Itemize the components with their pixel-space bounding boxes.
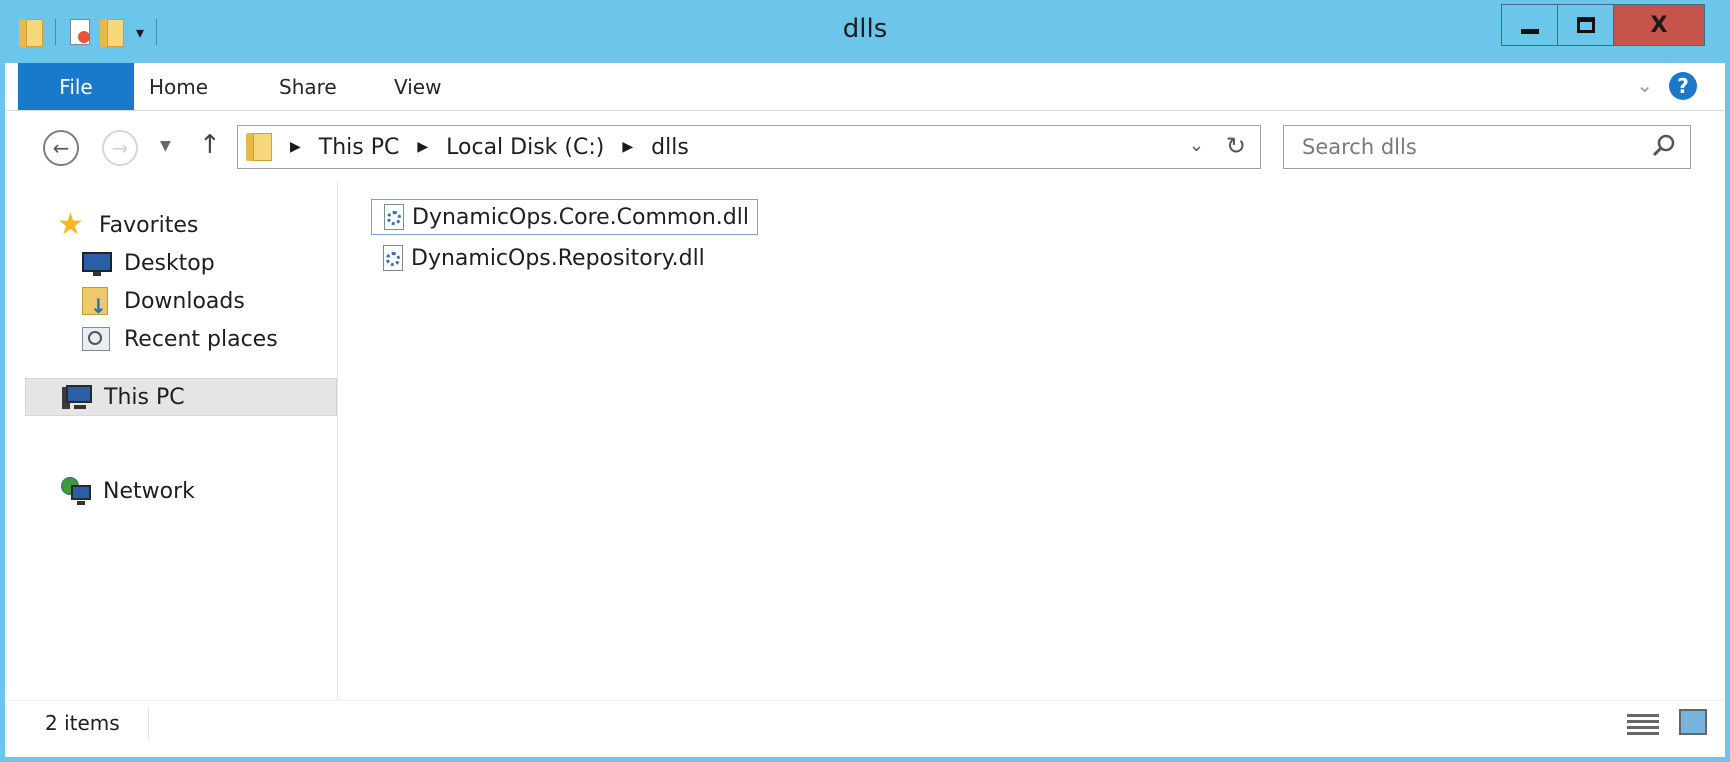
tab-view[interactable]: View [394, 75, 441, 99]
status-separator [148, 707, 149, 739]
breadcrumb-separator-icon[interactable]: ▶ [290, 139, 301, 155]
up-arrow-icon[interactable]: ↑ [199, 130, 221, 160]
breadcrumb-dlls[interactable]: dlls [651, 135, 689, 160]
computer-icon [62, 383, 92, 411]
desktop-icon [82, 249, 112, 277]
sidebar-item-recent-places[interactable]: Recent places [82, 320, 278, 358]
item-count: 2 items [45, 711, 120, 735]
back-button[interactable]: ← [43, 130, 79, 166]
title-bar: ▾ dlls X [5, 0, 1725, 63]
file-name: DynamicOps.Repository.dll [411, 245, 705, 271]
window-controls: X [1501, 4, 1705, 46]
sidebar-item-label: Favorites [99, 212, 199, 238]
recent-places-icon [82, 325, 112, 353]
forward-button[interactable]: → [102, 130, 138, 166]
file-name: DynamicOps.Core.Common.dll [412, 204, 749, 230]
sidebar-item-downloads[interactable]: ↓ Downloads [82, 282, 245, 320]
breadcrumb-this-pc[interactable]: This PC [319, 135, 400, 160]
sidebar-item-label: Recent places [124, 326, 278, 352]
expand-ribbon-chevron-icon[interactable]: ⌄ [1636, 73, 1653, 97]
dll-file-icon [382, 203, 406, 231]
search-placeholder: Search dlls [1302, 135, 1417, 159]
explorer-window: ▾ dlls X File Home Share View ⌄ ? ← → ▼ … [0, 0, 1730, 762]
help-icon[interactable]: ? [1669, 72, 1697, 100]
network-icon [61, 477, 91, 505]
search-icon[interactable] [1650, 132, 1678, 160]
list-item[interactable]: DynamicOps.Core.Common.dll [371, 199, 758, 235]
sidebar-item-label: Network [103, 478, 195, 504]
file-list: DynamicOps.Core.Common.dll DynamicOps.Re… [339, 182, 1725, 700]
sidebar-item-label: Downloads [124, 288, 245, 314]
dll-file-icon [381, 244, 405, 272]
sidebar-item-favorites[interactable]: ★ Favorites [57, 206, 198, 244]
ribbon-tabs: File Home Share View ⌄ ? [5, 63, 1725, 111]
maximize-button[interactable] [1558, 5, 1614, 45]
maximize-icon [1576, 17, 1595, 33]
recent-locations-dropdown-icon[interactable]: ▼ [160, 138, 171, 154]
address-bar[interactable]: ▶ This PC ▶ Local Disk (C:) ▶ dlls ⌄ ↻ [237, 125, 1261, 169]
minimize-button[interactable] [1502, 5, 1558, 45]
close-button[interactable]: X [1614, 5, 1704, 45]
breadcrumb-local-disk[interactable]: Local Disk (C:) [446, 135, 604, 160]
breadcrumb-separator-icon[interactable]: ▶ [622, 139, 633, 155]
downloads-icon: ↓ [82, 287, 112, 316]
address-history-dropdown-icon[interactable]: ⌄ [1189, 135, 1204, 156]
refresh-icon[interactable]: ↻ [1226, 132, 1246, 160]
sidebar-item-network[interactable]: Network [61, 472, 195, 510]
sidebar-item-label: Desktop [124, 250, 215, 276]
window-title: dlls [842, 14, 888, 44]
large-icons-view-icon[interactable] [1679, 709, 1707, 735]
minimize-icon [1520, 28, 1539, 34]
folder-icon [246, 131, 272, 163]
navigation-bar: ← → ▼ ↑ ▶ This PC ▶ Local Disk (C:) ▶ dl… [5, 112, 1725, 182]
tab-share[interactable]: Share [279, 75, 337, 99]
search-input[interactable]: Search dlls [1283, 125, 1691, 169]
list-item[interactable]: DynamicOps.Repository.dll [371, 240, 713, 276]
sidebar-item-this-pc[interactable]: This PC [25, 378, 337, 416]
sidebar-item-desktop[interactable]: Desktop [82, 244, 215, 282]
details-view-icon[interactable] [1627, 711, 1659, 737]
tab-home[interactable]: Home [149, 75, 208, 99]
navigation-pane: ★ Favorites Desktop ↓ Downloads Recent p… [5, 182, 338, 700]
tab-file[interactable]: File [18, 63, 134, 110]
breadcrumb-separator-icon[interactable]: ▶ [417, 139, 428, 155]
status-bar: 2 items [5, 700, 1725, 762]
star-icon: ★ [57, 207, 84, 242]
sidebar-item-label: This PC [104, 384, 185, 410]
